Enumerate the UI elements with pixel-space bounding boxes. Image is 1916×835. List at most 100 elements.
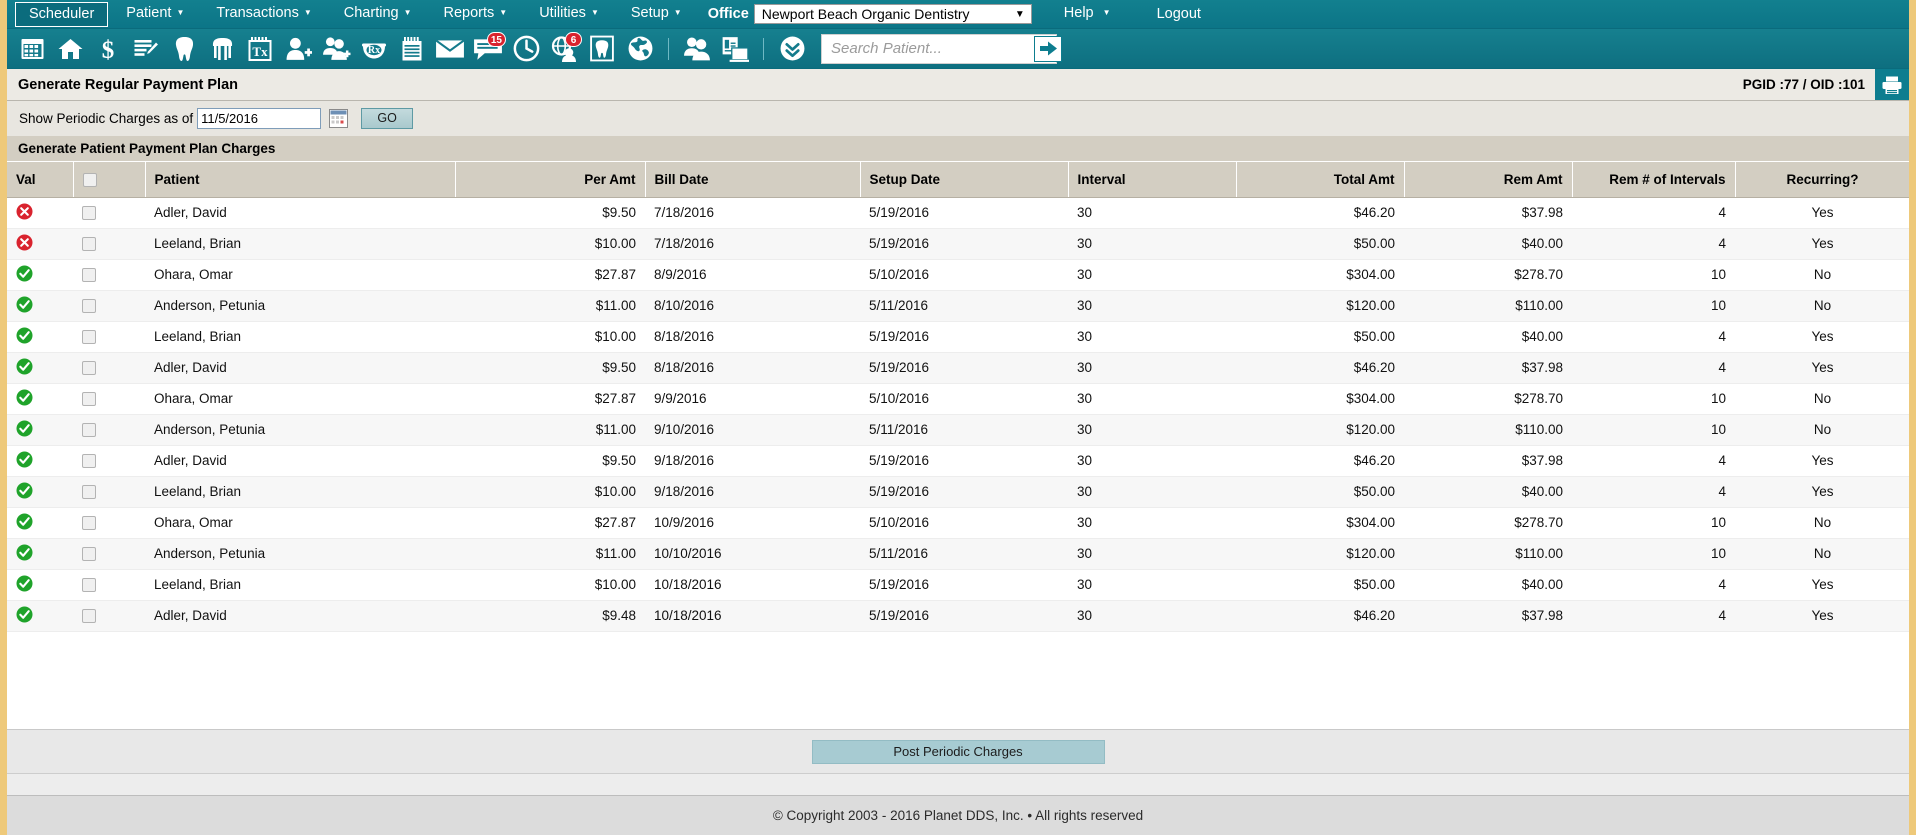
document-list-icon[interactable] — [393, 32, 431, 66]
chevron-down-icon: ▼ — [403, 7, 412, 17]
cell-recurring: No — [1735, 290, 1909, 322]
users-icon[interactable] — [678, 32, 716, 66]
treatment-plan-icon[interactable]: Tx — [241, 32, 279, 66]
row-checkbox[interactable] — [82, 609, 96, 624]
menu-item-utilities[interactable]: Utilities ▼ — [525, 1, 613, 28]
perio-icon[interactable] — [203, 32, 241, 66]
notes-edit-icon[interactable] — [127, 32, 165, 66]
valid-check-icon[interactable] — [16, 389, 33, 409]
double-chevron-down-icon[interactable] — [773, 32, 811, 66]
row-checkbox[interactable] — [82, 268, 96, 283]
search-submit-button[interactable] — [1034, 35, 1062, 62]
calendar-picker-icon[interactable] — [328, 109, 348, 129]
row-checkbox[interactable] — [82, 206, 96, 221]
invalid-x-icon[interactable] — [16, 203, 33, 223]
cell-select — [73, 259, 145, 291]
select-all-checkbox[interactable] — [82, 172, 97, 187]
cell-rem-amt: $37.98 — [1404, 600, 1572, 632]
home-icon[interactable] — [51, 32, 89, 66]
row-checkbox[interactable] — [82, 330, 96, 345]
clock-icon[interactable] — [507, 32, 545, 66]
menu-item-label: Patient — [126, 4, 172, 21]
row-checkbox[interactable] — [82, 361, 96, 376]
valid-check-icon[interactable] — [16, 575, 33, 595]
row-checkbox[interactable] — [82, 485, 96, 500]
valid-check-icon[interactable] — [16, 513, 33, 533]
bottom-spacer — [7, 773, 1909, 795]
valid-check-icon[interactable] — [16, 606, 33, 626]
menu-item-label: Setup — [630, 4, 669, 21]
table-row: Adler, David $9.50 9/18/2016 5/19/2016 30 $46… — [7, 445, 1909, 477]
cell-select — [73, 507, 145, 539]
chevron-down-icon: ▼ — [590, 7, 599, 17]
tooth-chart-icon[interactable] — [583, 32, 621, 66]
global-patient-icon[interactable]: 6 — [545, 31, 583, 66]
table-row: Anderson, Petunia $11.00 9/10/2016 5/11/201… — [7, 414, 1909, 446]
valid-check-icon[interactable] — [16, 265, 33, 285]
row-checkbox[interactable] — [82, 299, 96, 314]
cell-setup-date: 5/19/2016 — [860, 228, 1068, 260]
chevron-down-icon: ▼ — [499, 7, 508, 17]
prescription-icon[interactable]: Rx — [355, 32, 393, 66]
menu-item-patient[interactable]: Patient ▼ — [112, 1, 198, 28]
menu-item-help[interactable]: Help ▼ — [1050, 1, 1125, 28]
search-input[interactable] — [822, 35, 1034, 62]
page-title: Generate Regular Payment Plan — [18, 76, 238, 93]
row-checkbox[interactable] — [82, 578, 96, 593]
search-box[interactable] — [821, 33, 1062, 64]
valid-check-icon[interactable] — [16, 451, 33, 471]
calendar-icon[interactable] — [13, 32, 51, 66]
family-add-icon[interactable] — [317, 32, 355, 66]
menu-item-reports[interactable]: Reports ▼ — [430, 1, 522, 28]
cell-total-amt: $304.00 — [1236, 259, 1404, 291]
valid-check-icon[interactable] — [16, 420, 33, 440]
cell-select — [73, 197, 145, 229]
cell-setup-date: 5/19/2016 — [860, 352, 1068, 384]
cell-total-amt: $46.20 — [1236, 600, 1404, 632]
messages-icon[interactable]: 15 — [469, 31, 507, 66]
cell-patient: Adler, David — [145, 352, 455, 384]
go-button[interactable]: GO — [361, 108, 414, 129]
valid-check-icon[interactable] — [16, 544, 33, 564]
globe-icon[interactable] — [621, 32, 659, 66]
cell-rem-amt: $37.98 — [1404, 352, 1572, 384]
post-periodic-charges-button[interactable]: Post Periodic Charges — [811, 739, 1105, 764]
cell-rem-intervals: 10 — [1572, 290, 1735, 322]
menu-item-setup[interactable]: Setup ▼ — [617, 1, 696, 28]
office-select[interactable]: Newport Beach Organic Dentistry ▼ — [753, 4, 1032, 24]
valid-check-icon[interactable] — [16, 482, 33, 502]
row-checkbox[interactable] — [82, 547, 96, 562]
as-of-date-input[interactable] — [197, 108, 322, 129]
cell-per-amt: $9.50 — [455, 445, 645, 477]
invalid-x-icon[interactable] — [16, 234, 33, 254]
dollar-icon[interactable]: $ — [89, 32, 127, 66]
cell-total-amt: $50.00 — [1236, 476, 1404, 508]
row-checkbox[interactable] — [82, 392, 96, 407]
row-checkbox[interactable] — [82, 423, 96, 438]
menu-item-scheduler[interactable]: Scheduler — [15, 1, 109, 27]
mail-icon[interactable] — [431, 32, 469, 66]
table-header-row: Val Patient Per Amt Bill Date Setup Date… — [7, 162, 1909, 198]
valid-check-icon[interactable] — [16, 327, 33, 347]
cell-patient: Ohara, Omar — [145, 259, 455, 291]
charges-table-container: Val Patient Per Amt Bill Date Setup Date… — [7, 162, 1909, 729]
table-row: Ohara, Omar $27.87 9/9/2016 5/10/2016 30 $304… — [7, 383, 1909, 415]
menu-item-charting[interactable]: Charting ▼ — [330, 1, 426, 28]
col-select-all — [73, 162, 146, 198]
col-interval: Interval — [1068, 162, 1237, 198]
menu-item-transactions[interactable]: Transactions ▼ — [202, 1, 325, 28]
row-checkbox[interactable] — [82, 454, 96, 469]
reports-ui-icon[interactable] — [716, 32, 754, 66]
cell-interval: 30 — [1068, 197, 1236, 229]
row-checkbox[interactable] — [82, 516, 96, 531]
row-checkbox[interactable] — [82, 237, 96, 252]
valid-check-icon[interactable] — [16, 296, 33, 316]
valid-check-icon[interactable] — [16, 358, 33, 378]
tooth-icon[interactable] — [165, 32, 203, 66]
chevron-down-icon: ▼ — [673, 7, 682, 17]
cell-setup-date: 5/11/2016 — [860, 414, 1068, 446]
print-button[interactable] — [1875, 69, 1909, 100]
menu-item-logout[interactable]: Logout — [1143, 2, 1215, 27]
cell-per-amt: $10.00 — [455, 228, 645, 260]
add-patient-icon[interactable] — [279, 32, 317, 66]
